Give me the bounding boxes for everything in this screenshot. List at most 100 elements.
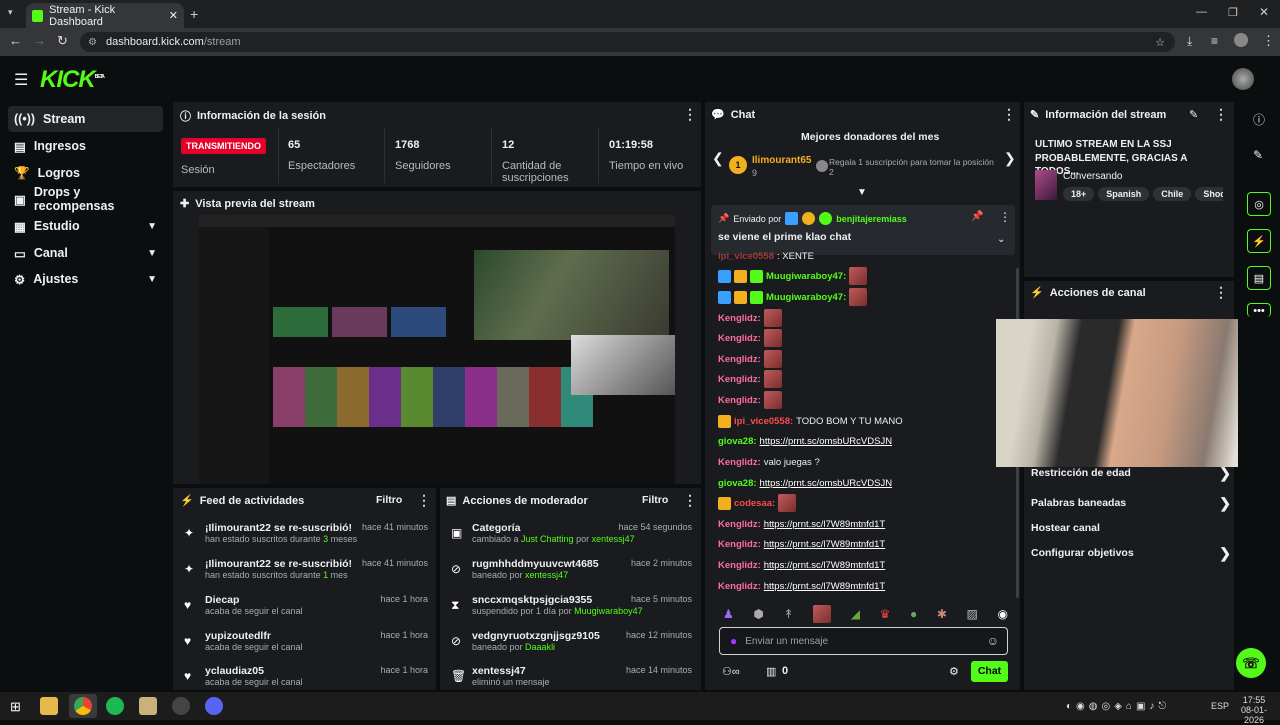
chat-user[interactable]: Muugiwaraboy47:	[766, 271, 846, 282]
chat-input[interactable]: ● Enviar un mensaje ☺	[719, 627, 1008, 655]
channel-actions-menu-icon[interactable]: ⋮	[1214, 284, 1228, 301]
microphone-icon[interactable]: ●	[730, 634, 737, 648]
tab-close-icon[interactable]: ✕	[169, 9, 178, 22]
restore-window-icon[interactable]: ❐	[1228, 6, 1238, 19]
chat-user[interactable]: Kenglidz:	[718, 519, 761, 530]
address-bar[interactable]: ⚙ dashboard.kick.com/stream ☆	[80, 32, 1175, 52]
chat-user[interactable]: Kenglidz:	[718, 539, 761, 550]
emote-icon[interactable]: ⬢	[753, 607, 763, 621]
minimize-window-icon[interactable]: —	[1196, 6, 1207, 18]
media-control-icon[interactable]: ≡	[1211, 34, 1218, 48]
pinned-user[interactable]: benjitajeremiass	[836, 214, 907, 224]
feed-menu-icon[interactable]: ⋮	[417, 492, 431, 509]
notes-app-icon[interactable]	[139, 697, 157, 715]
keyboard-language[interactable]: ESP	[1211, 701, 1229, 711]
emote-icon[interactable]: ✱	[937, 607, 947, 621]
pencil-rail-icon[interactable]: ✎	[1253, 148, 1263, 162]
windows-start-icon[interactable]: ⊞	[10, 699, 21, 715]
kick-logo[interactable]: KICKBETA	[40, 66, 105, 94]
action-host-channel[interactable]: Hostear canal	[1031, 522, 1231, 534]
emoji-icon[interactable]: ☺	[987, 634, 999, 648]
edit-icon[interactable]: ✎	[1189, 108, 1198, 121]
tag-chip[interactable]: 18+	[1063, 187, 1095, 201]
emote-icon[interactable]: ◢	[851, 607, 860, 621]
chat-user[interactable]: Kenglidz:	[718, 395, 761, 406]
chat-link[interactable]: https://prnt.sc/l7W89mtnfd1T	[764, 581, 885, 592]
chat-user[interactable]: Muugiwaraboy47:	[766, 292, 846, 303]
forward-icon[interactable]: →	[33, 33, 46, 48]
obs-icon[interactable]	[172, 697, 190, 715]
emote-icon[interactable]: ♟	[723, 607, 734, 621]
mod-filter-button[interactable]: Filtro	[642, 494, 668, 506]
emote-icon[interactable]: ↟	[783, 607, 793, 621]
user-avatar[interactable]	[1232, 68, 1254, 90]
chat-link[interactable]: https://prnt.sc/omsbURcVDSJN	[760, 478, 893, 489]
sidebar-item-logros[interactable]: 🏆 Logros	[8, 160, 163, 186]
action-banned-words[interactable]: Palabras baneadas ❯	[1031, 495, 1231, 511]
chat-link[interactable]: https://prnt.sc/l7W89mtnfd1T	[764, 519, 885, 530]
sidebar-item-estudio[interactable]: ▦ Estudio ▼	[8, 213, 163, 239]
sidebar-item-stream[interactable]: ((•)) Stream	[8, 106, 163, 132]
sidebar-item-canal[interactable]: ▭ Canal ▼	[8, 240, 163, 266]
close-window-icon[interactable]: ✕	[1259, 5, 1269, 19]
chat-rail-icon[interactable]: •••	[1247, 303, 1271, 317]
chat-user[interactable]: giova28:	[718, 478, 757, 489]
file-rail-icon[interactable]: ▤	[1247, 266, 1271, 290]
back-icon[interactable]: ←	[9, 33, 22, 48]
emote-icon[interactable]	[813, 605, 832, 623]
tag-chip[interactable]: Shooter	[1195, 187, 1223, 201]
people-infinity-icon[interactable]: ⚇∞	[722, 665, 740, 678]
chat-menu-icon[interactable]: ⋮	[1002, 106, 1016, 123]
info-rail-icon[interactable]: ⓘ	[1253, 111, 1265, 128]
emote-icon[interactable]: ◉	[997, 607, 1007, 621]
bolt-rail-icon[interactable]: ⚡	[1247, 229, 1271, 253]
profile-icon[interactable]	[1234, 33, 1248, 47]
pinned-menu-icon[interactable]: ⋮	[999, 210, 1011, 224]
sidebar-item-ajustes[interactable]: ⚙ Ajustes ▼	[8, 266, 163, 292]
tray-icons[interactable]: ◐◉◍◎◈⌂▣♪⎋	[1066, 701, 1170, 712]
chat-user[interactable]: Kenglidz:	[718, 313, 761, 324]
site-info-icon[interactable]: ⚙	[88, 37, 97, 48]
chat-user[interactable]: Kenglidz:	[718, 374, 761, 385]
chat-user[interactable]: ipi_vice0558	[718, 251, 774, 262]
session-menu-icon[interactable]: ⋮	[683, 106, 697, 123]
bookmark-star-icon[interactable]: ☆	[1155, 36, 1165, 49]
chat-send-button[interactable]: Chat	[971, 661, 1008, 682]
camera-rail-icon[interactable]: ◎	[1247, 192, 1271, 216]
chat-user[interactable]: Kenglidz:	[718, 581, 761, 592]
stream-preview-video[interactable]	[199, 215, 675, 484]
action-age-restriction[interactable]: Restricción de edad ❯	[1031, 465, 1231, 481]
donors-next-icon[interactable]: ❯	[1004, 150, 1016, 167]
browser-menu-icon[interactable]: ⋮	[1262, 33, 1275, 49]
spotify-icon[interactable]	[106, 697, 124, 715]
unpin-icon[interactable]: 📌	[971, 211, 983, 222]
stream-info-menu-icon[interactable]: ⋮	[1214, 106, 1228, 123]
chat-link[interactable]: https://prnt.sc/omsbURcVDSJN	[760, 436, 893, 447]
mod-menu-icon[interactable]: ⋮	[683, 492, 697, 509]
collapse-arrow-icon[interactable]: ▼	[857, 187, 867, 198]
emote-icon[interactable]: ▨	[967, 607, 978, 621]
emote-icon[interactable]: ●	[910, 607, 917, 621]
chrome-icon[interactable]	[74, 697, 92, 715]
tag-chip[interactable]: Chile	[1153, 187, 1192, 201]
file-explorer-icon[interactable]	[40, 697, 58, 715]
clock[interactable]: 17:55 08-01-2026	[1236, 695, 1272, 725]
chat-link[interactable]: https://prnt.sc/l7W89mtnfd1T	[764, 560, 885, 571]
action-goals[interactable]: Configurar objetivos ❯	[1031, 545, 1231, 561]
top-donor-name[interactable]: Ilimourant65	[752, 155, 811, 166]
expand-pinned-icon[interactable]: ⌄	[997, 234, 1005, 245]
sidebar-item-drops[interactable]: ▣ Drops y recompensas	[8, 185, 163, 213]
chat-user[interactable]: Kenglidz:	[718, 333, 761, 344]
discord-icon[interactable]	[205, 697, 223, 715]
chat-settings-icon[interactable]: ⚙	[949, 665, 959, 678]
chat-user[interactable]: Kenglidz:	[718, 560, 761, 571]
emote-icon[interactable]: ♛	[880, 607, 891, 621]
chat-user[interactable]: codesaa:	[734, 498, 775, 509]
donors-prev-icon[interactable]: ❮	[712, 150, 724, 167]
reload-icon[interactable]: ↻	[57, 33, 68, 49]
tab-search-icon[interactable]: ▾	[8, 7, 13, 18]
browser-tab[interactable]: Stream - Kick Dashboard ✕	[26, 3, 184, 28]
chat-user[interactable]: Kenglidz:	[718, 354, 761, 365]
sidebar-item-ingresos[interactable]: ▤ Ingresos	[8, 133, 163, 159]
chat-user[interactable]: Kenglidz:	[718, 457, 761, 468]
